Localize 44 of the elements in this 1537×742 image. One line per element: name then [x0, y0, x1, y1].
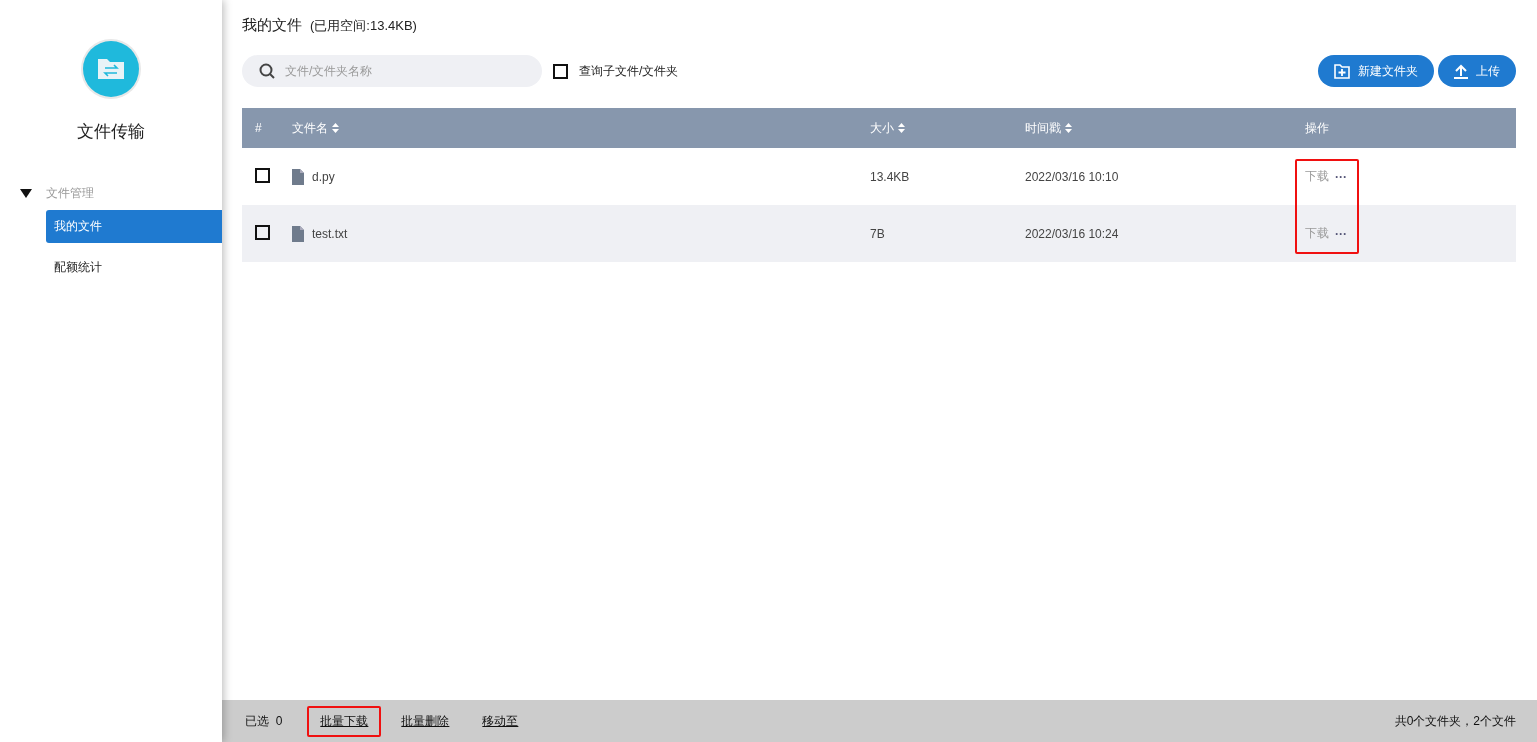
- file-summary: 共0个文件夹，2个文件: [1394, 712, 1516, 730]
- app-name: 文件传输: [76, 121, 146, 143]
- file-name: d.py: [312, 169, 335, 184]
- file-icon: [292, 225, 304, 242]
- row-checkbox[interactable]: [255, 167, 270, 183]
- checkbox-label: 查询子文件/文件夹: [579, 62, 679, 80]
- caret-icon[interactable]: [20, 189, 32, 198]
- search-icon: [259, 63, 275, 79]
- nav-group-label[interactable]: 文件管理: [46, 185, 94, 202]
- file-size: 7B: [870, 226, 886, 241]
- upload-icon: [1454, 63, 1468, 79]
- column-header: #: [255, 121, 262, 135]
- new-folder-button[interactable]: 新建文件夹: [1318, 55, 1434, 87]
- storage-usage: (已用空间:13.4KB): [310, 17, 417, 35]
- sort-icon[interactable]: [898, 123, 905, 133]
- search-field[interactable]: 文件/文件夹名称: [242, 55, 542, 87]
- checkbox[interactable]: [553, 63, 568, 79]
- selected-count: 已选 0: [245, 712, 283, 730]
- upload-button[interactable]: 上传: [1438, 55, 1516, 87]
- nav-item[interactable]: 我的文件: [46, 210, 222, 243]
- page-title: 我的文件: [242, 16, 302, 35]
- more-button[interactable]: ···: [1335, 169, 1347, 184]
- file-size: 13.4KB: [870, 169, 911, 184]
- sort-icon[interactable]: [1065, 123, 1072, 133]
- folder-plus-icon: [1334, 63, 1350, 79]
- column-header[interactable]: 时间戳: [1025, 119, 1061, 137]
- app-logo-icon: [80, 38, 142, 100]
- batch-action-link[interactable]: 批量下载: [307, 705, 382, 737]
- column-header[interactable]: 文件名: [292, 119, 328, 137]
- batch-action-link[interactable]: 批量删除: [388, 705, 463, 737]
- batch-action-link[interactable]: 移动至: [469, 705, 532, 737]
- nav-item[interactable]: 配额统计: [46, 251, 222, 284]
- download-link[interactable]: 下载: [1305, 225, 1329, 242]
- file-time: 2022/03/16 10:24: [1025, 226, 1120, 241]
- column-header[interactable]: 大小: [870, 119, 894, 137]
- file-icon: [292, 168, 304, 185]
- sort-icon[interactable]: [332, 123, 339, 133]
- search-input[interactable]: 文件/文件夹名称: [283, 63, 542, 79]
- download-link[interactable]: 下载: [1305, 168, 1329, 185]
- more-button[interactable]: ···: [1335, 226, 1347, 241]
- file-name: test.txt: [312, 226, 348, 241]
- column-header: 操作: [1305, 119, 1329, 137]
- row-checkbox[interactable]: [255, 224, 270, 240]
- file-time: 2022/03/16 10:10: [1025, 169, 1120, 184]
